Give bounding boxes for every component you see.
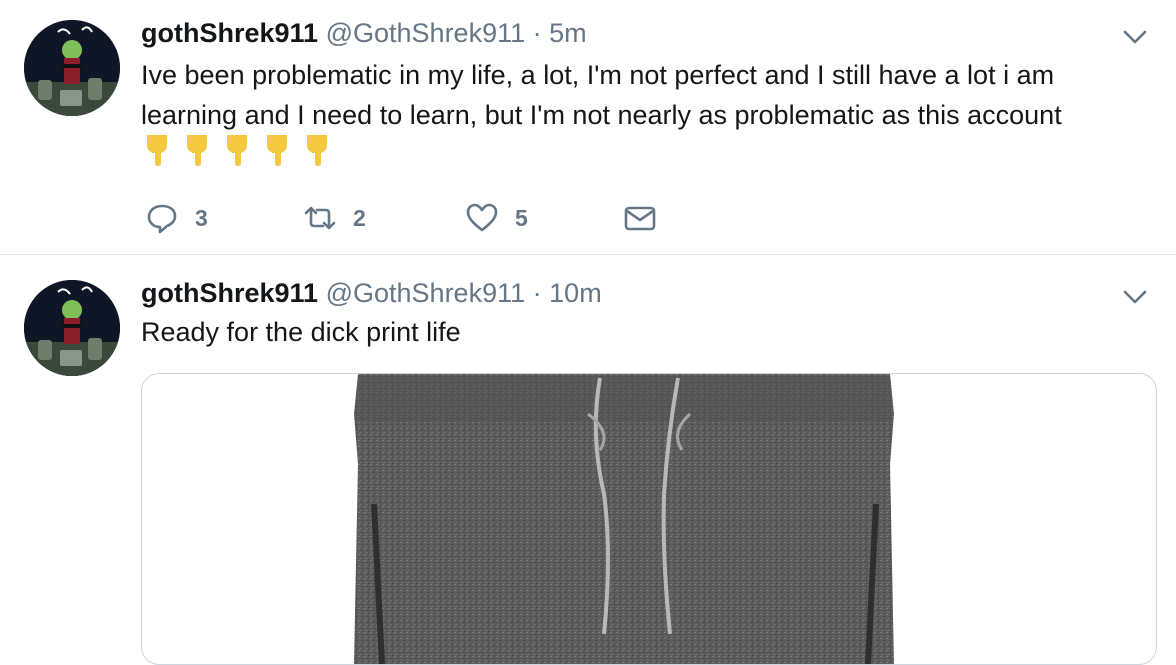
chevron-down-icon[interactable] <box>1122 284 1148 310</box>
heart-icon <box>466 203 498 232</box>
retweet-count: 2 <box>353 204 366 231</box>
pointing-down-emoji <box>147 135 167 166</box>
pointing-down-emoji <box>227 135 247 166</box>
display-name[interactable]: gothShrek911 <box>141 18 318 48</box>
tweet-media-photo[interactable] <box>141 373 1157 665</box>
tweet-text-line: Ive been problematic in my life, a lot, … <box>141 60 1055 90</box>
tweet-header: gothShrek911 @GothShrek911 · 10m <box>141 276 602 310</box>
user-handle[interactable]: @GothShrek911 <box>326 18 526 48</box>
chevron-down-icon[interactable] <box>1122 24 1148 50</box>
tweet-text-line: learning and I need to learn, but I'm no… <box>141 100 1062 130</box>
avatar[interactable] <box>24 280 120 376</box>
reply-count: 3 <box>195 204 208 231</box>
like-button[interactable]: 5 <box>465 198 528 238</box>
timestamp[interactable]: 10m <box>549 278 602 308</box>
pointing-down-emoji <box>187 135 207 166</box>
reply-icon <box>147 204 177 234</box>
timestamp[interactable]: 5m <box>549 18 587 48</box>
separator-dot: · <box>532 18 542 48</box>
tweet[interactable]: gothShrek911 @GothShrek911 · 5m Ive been… <box>0 0 1176 255</box>
like-count: 5 <box>515 204 528 231</box>
avatar[interactable] <box>24 20 120 116</box>
envelope-icon <box>624 206 656 231</box>
tweet-header: gothShrek911 @GothShrek911 · 5m <box>141 16 587 50</box>
display-name[interactable]: gothShrek911 <box>141 278 318 308</box>
retweet-icon <box>304 206 336 230</box>
direct-message-button[interactable] <box>623 198 657 238</box>
emoji-row <box>141 131 333 167</box>
pointing-down-emoji <box>307 135 327 166</box>
retweet-button[interactable]: 2 <box>303 198 366 238</box>
tweet-text: Ive been problematic in my life, a lot, … <box>141 55 1062 135</box>
reply-button[interactable]: 3 <box>145 198 208 238</box>
tweet-text: Ready for the dick print life <box>141 312 461 352</box>
user-handle[interactable]: @GothShrek911 <box>326 278 526 308</box>
sweatpants-photo <box>354 374 894 664</box>
pointing-down-emoji <box>267 135 287 166</box>
tweet-text-line: Ready for the dick print life <box>141 317 461 347</box>
tweet[interactable]: gothShrek911 @GothShrek911 · 10m Ready f… <box>0 255 1176 665</box>
separator-dot: · <box>532 278 542 308</box>
